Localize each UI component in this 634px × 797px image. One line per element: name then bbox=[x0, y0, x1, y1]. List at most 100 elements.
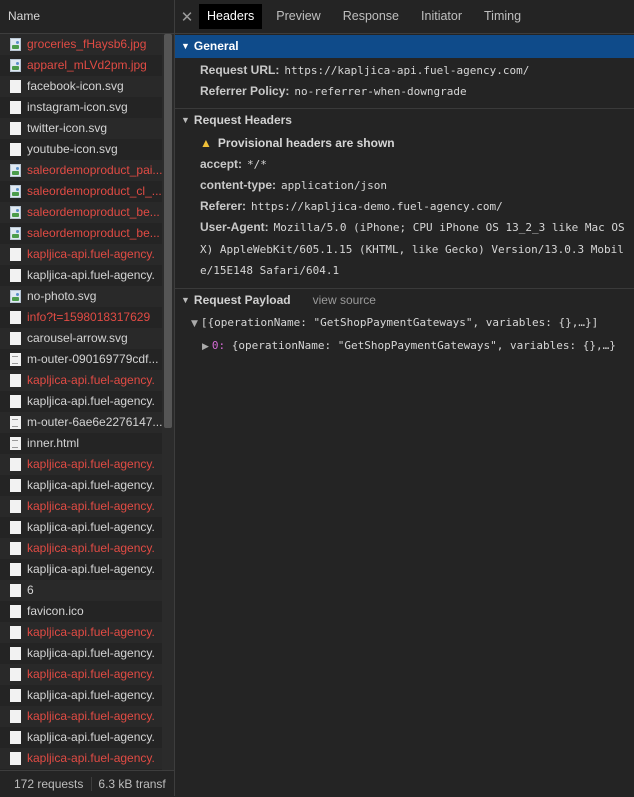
file-icon bbox=[10, 689, 21, 702]
request-row[interactable]: instagram-icon.svg bbox=[0, 97, 162, 118]
request-row[interactable]: no-photo.svg bbox=[0, 286, 162, 307]
request-name: twitter-icon.svg bbox=[27, 121, 108, 135]
request-row[interactable]: kapljica-api.fuel-agency. bbox=[0, 706, 162, 727]
request-name: kapljica-api.fuel-agency. bbox=[27, 541, 155, 555]
request-row[interactable]: carousel-arrow.svg bbox=[0, 328, 162, 349]
request-row[interactable]: kapljica-api.fuel-agency. bbox=[0, 265, 162, 286]
content-type-value: application/json bbox=[281, 179, 387, 192]
request-row[interactable]: inner.html bbox=[0, 433, 162, 454]
request-payload-section-header[interactable]: ▼ Request Payload view source bbox=[175, 289, 634, 312]
status-bar: 172 requests 6.3 kB transf bbox=[0, 770, 174, 797]
request-name: info?t=1598018317629 bbox=[27, 310, 151, 324]
request-row[interactable]: saleordemoproduct_be... bbox=[0, 223, 162, 244]
request-name: m-outer-090169779cdf... bbox=[27, 352, 159, 366]
request-row[interactable]: info?t=1598018317629 bbox=[0, 307, 162, 328]
request-row[interactable]: 6 bbox=[0, 580, 162, 601]
request-row[interactable]: apparel_mLVd2pm.jpg bbox=[0, 55, 162, 76]
request-row[interactable]: m-outer-6ae6e2276147... bbox=[0, 412, 162, 433]
request-name: kapljica-api.fuel-agency. bbox=[27, 688, 155, 702]
file-icon bbox=[10, 584, 21, 597]
request-row[interactable]: saleordemoproduct_be... bbox=[0, 202, 162, 223]
request-payload-title: Request Payload bbox=[193, 292, 291, 307]
request-row[interactable]: saleordemoproduct_cl_... bbox=[0, 181, 162, 202]
request-url-value: https://kapljica-api.fuel-agency.com/ bbox=[284, 64, 530, 77]
request-row[interactable]: kapljica-api.fuel-agency. bbox=[0, 538, 162, 559]
request-name: kapljica-api.fuel-agency. bbox=[27, 751, 155, 765]
document-icon bbox=[10, 353, 21, 366]
request-row[interactable]: kapljica-api.fuel-agency. bbox=[0, 643, 162, 664]
referrer-policy-key: Referrer Policy: bbox=[200, 84, 290, 98]
request-row[interactable]: kapljica-api.fuel-agency. bbox=[0, 727, 162, 748]
request-name: kapljica-api.fuel-agency. bbox=[27, 457, 155, 471]
name-column-header[interactable]: Name bbox=[0, 0, 174, 34]
request-list-scrollbar[interactable] bbox=[162, 34, 174, 770]
file-icon bbox=[10, 101, 21, 114]
request-row[interactable]: kapljica-api.fuel-agency. bbox=[0, 475, 162, 496]
payload-item-line[interactable]: ▶ 0: {operationName: "GetShopPaymentGatew… bbox=[175, 335, 634, 358]
file-icon bbox=[10, 143, 21, 156]
request-row[interactable]: m-outer-090169779cdf... bbox=[0, 349, 162, 370]
request-name: kapljica-api.fuel-agency. bbox=[27, 709, 155, 723]
request-name: kapljica-api.fuel-agency. bbox=[27, 373, 155, 387]
request-row[interactable]: kapljica-api.fuel-agency. bbox=[0, 559, 162, 580]
request-name: kapljica-api.fuel-agency. bbox=[27, 499, 155, 513]
request-row[interactable]: saleordemoproduct_pai... bbox=[0, 160, 162, 181]
referer-key: Referer: bbox=[200, 199, 247, 213]
request-url-key: Request URL: bbox=[200, 63, 280, 77]
request-name: kapljica-api.fuel-agency. bbox=[27, 730, 155, 744]
accept-row: accept: */* bbox=[175, 154, 634, 175]
user-agent-key: User-Agent: bbox=[200, 220, 269, 234]
tab-headers[interactable]: Headers bbox=[199, 4, 263, 29]
request-row[interactable]: kapljica-api.fuel-agency. bbox=[0, 748, 162, 769]
request-row[interactable]: kapljica-api.fuel-agency. bbox=[0, 496, 162, 517]
request-name: kapljica-api.fuel-agency. bbox=[27, 247, 155, 261]
request-row[interactable]: kapljica-api.fuel-agency. bbox=[0, 391, 162, 412]
request-list-panel: Name groceries_fHaysb6.jpg apparel_mLVd2p… bbox=[0, 0, 175, 797]
request-name: facebook-icon.svg bbox=[27, 79, 124, 93]
request-row[interactable]: youtube-icon.svg bbox=[0, 139, 162, 160]
request-name: carousel-arrow.svg bbox=[27, 331, 128, 345]
request-name: 6 bbox=[27, 583, 34, 597]
request-row[interactable]: kapljica-api.fuel-agency. bbox=[0, 664, 162, 685]
request-name: youtube-icon.svg bbox=[27, 142, 118, 156]
request-row[interactable]: kapljica-api.fuel-agency. bbox=[0, 517, 162, 538]
request-row[interactable]: twitter-icon.svg bbox=[0, 118, 162, 139]
view-source-link[interactable]: view source bbox=[313, 289, 376, 312]
request-headers-section-header[interactable]: ▼ Request Headers bbox=[175, 109, 634, 132]
request-row[interactable]: kapljica-api.fuel-agency. bbox=[0, 685, 162, 706]
request-name: no-photo.svg bbox=[27, 289, 97, 303]
file-icon bbox=[10, 521, 21, 534]
scrollbar-thumb[interactable] bbox=[164, 34, 172, 428]
request-row[interactable]: kapljica-api.fuel-agency. bbox=[0, 370, 162, 391]
document-icon bbox=[10, 416, 21, 429]
tab-initiator[interactable]: Initiator bbox=[413, 4, 470, 29]
accept-value: */* bbox=[247, 158, 267, 171]
request-count: 172 requests bbox=[0, 777, 93, 791]
request-row[interactable]: groceries_fHaysb6.jpg bbox=[0, 34, 162, 55]
referer-value: https://kapljica-demo.fuel-agency.com/ bbox=[251, 200, 503, 213]
tab-preview[interactable]: Preview bbox=[268, 4, 328, 29]
request-row[interactable]: kapljica-api.fuel-agency. bbox=[0, 244, 162, 265]
tab-response[interactable]: Response bbox=[335, 4, 407, 29]
details-tabs: ✕ Headers Preview Response Initiator Tim… bbox=[175, 0, 634, 34]
request-name: saleordemoproduct_cl_... bbox=[27, 184, 162, 198]
payload-root-text: [{operationName: "GetShopPaymentGateways… bbox=[200, 315, 599, 329]
request-row[interactable]: favicon.ico bbox=[0, 601, 162, 622]
general-section-header[interactable]: ▼ General bbox=[175, 35, 634, 58]
request-row[interactable]: kapljica-api.fuel-agency. bbox=[0, 622, 162, 643]
payload-item-index: 0: bbox=[211, 338, 226, 352]
request-row[interactable]: kapljica-api.fuel-agency. bbox=[0, 454, 162, 475]
file-icon bbox=[10, 500, 21, 513]
expand-triangle-icon: ▼ bbox=[181, 41, 190, 51]
request-name: apparel_mLVd2pm.jpg bbox=[27, 58, 147, 72]
image-icon bbox=[10, 38, 21, 51]
file-icon bbox=[10, 311, 21, 324]
tab-timing[interactable]: Timing bbox=[476, 4, 529, 29]
provisional-warning: ▲ Provisional headers are shown bbox=[175, 132, 634, 154]
close-icon[interactable]: ✕ bbox=[175, 8, 199, 26]
file-icon bbox=[10, 458, 21, 471]
image-icon bbox=[10, 59, 21, 72]
payload-root-line[interactable]: ▼ [{operationName: "GetShopPaymentGateway… bbox=[175, 312, 634, 335]
request-row[interactable]: facebook-icon.svg bbox=[0, 76, 162, 97]
image-icon bbox=[10, 185, 21, 198]
